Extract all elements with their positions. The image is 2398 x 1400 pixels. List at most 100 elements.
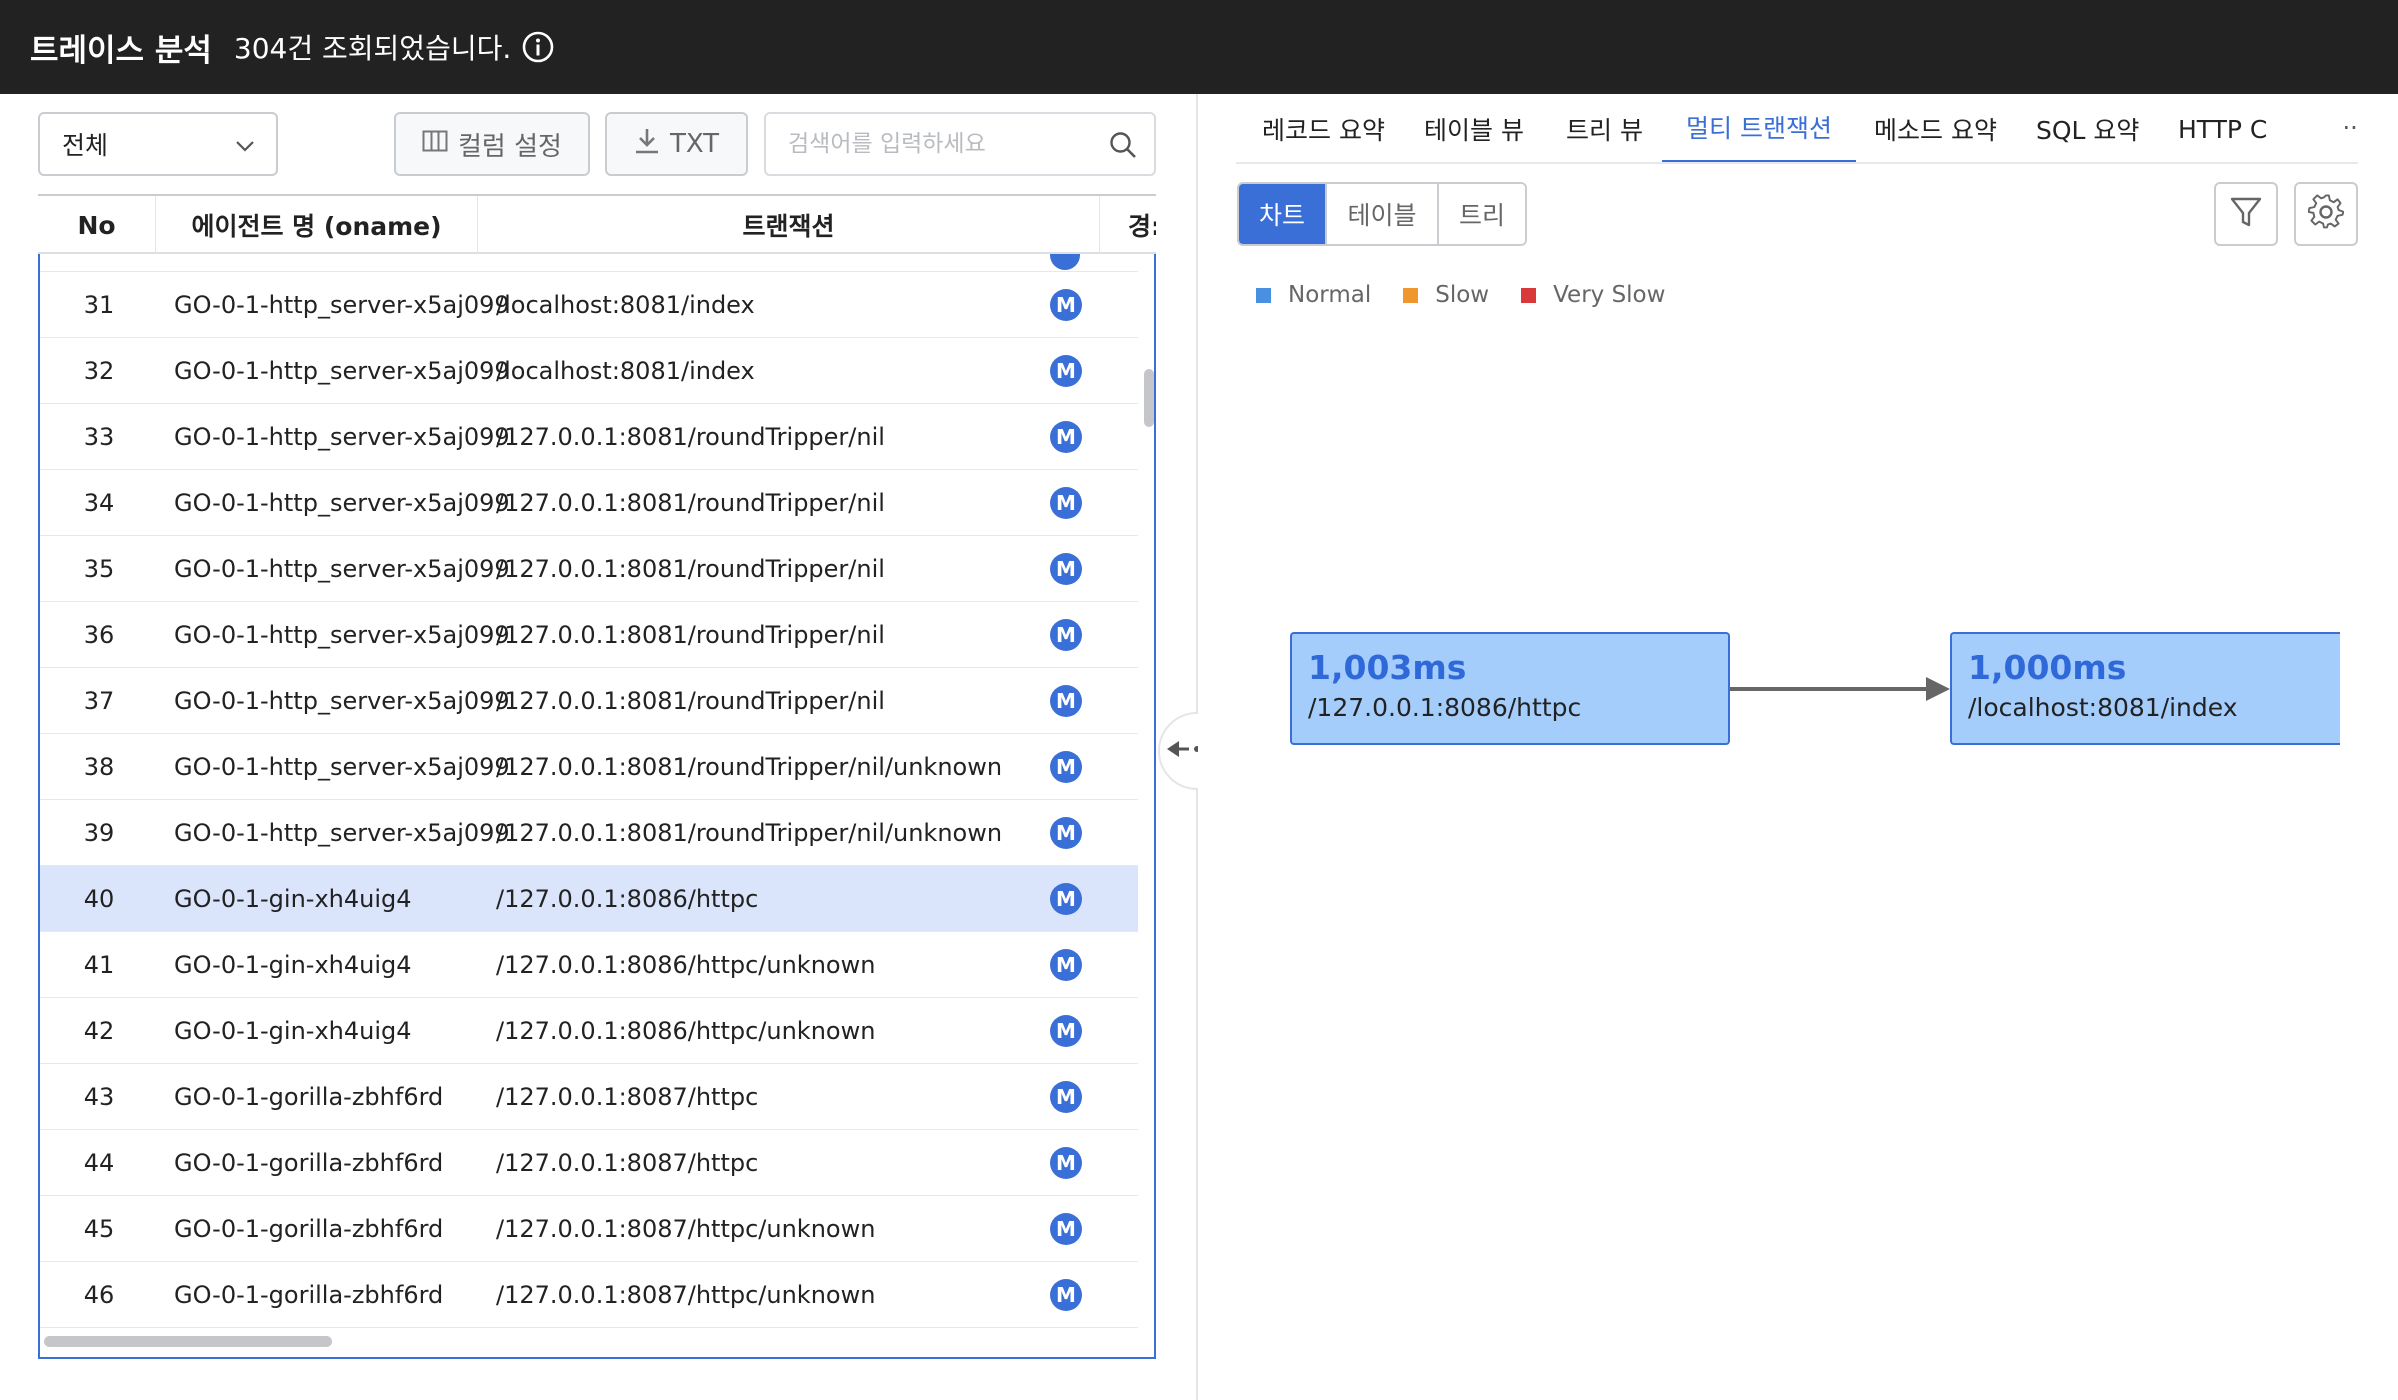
transaction-node[interactable]: 1,000ms /localhost:8081/index [1950,632,2340,745]
method-badge[interactable]: M [1050,618,1082,651]
column-header-no[interactable]: No [38,196,156,254]
cell-method: M [1040,1146,1138,1179]
cell-method: M [1040,750,1138,783]
chart-legend: Normal Slow Very Slow [1256,282,1697,308]
cell-no: 46 [83,1280,115,1309]
tab-record-summary[interactable]: 레코드 요약 [1262,94,1385,162]
cell-agent-name: GO-0-1-gin-xh4uig4 [174,1016,412,1045]
table-row[interactable]: 43 GO-0-1-gorilla-zbhf6rd/127.0.0.1:8087/… [40,1064,1138,1130]
method-badge[interactable]: M [1050,1014,1082,1047]
table-body[interactable]: 31 GO-0-1-http_server-x5aj099/localhost:8… [38,254,1156,1359]
search-input[interactable] [788,131,1088,157]
method-badge[interactable]: M [1050,354,1082,387]
cell-method: M [1040,1212,1138,1245]
cell-no: 40 [83,884,115,913]
cell-agent-name: GO-0-1-http_server-x5aj099 [174,752,510,781]
method-badge[interactable]: M [1050,1212,1082,1245]
cell-transaction: /127.0.0.1:8087/httpc/unknown [496,1214,876,1243]
cell-agent-name: GO-0-1-http_server-x5aj099 [174,422,510,451]
cell-no: 45 [83,1214,115,1243]
method-badge[interactable]: M [1050,288,1082,321]
tab-sql-summary[interactable]: SQL 요약 [2036,94,2139,162]
search-icon[interactable] [1108,130,1138,160]
cell-transaction: /localhost:8081/index [496,356,755,385]
filter-select[interactable]: 전체 [38,112,278,176]
cell-agent-name: GO-0-1-gorilla-zbhf6rd [174,1148,444,1177]
table-row[interactable]: 40 GO-0-1-gin-xh4uig4/127.0.0.1:8086/http… [40,866,1138,932]
vertical-scrollbar[interactable] [1142,254,1154,1357]
table-row[interactable]: 41 GO-0-1-gin-xh4uig4/127.0.0.1:8086/http… [40,932,1138,998]
filter-select-value: 전체 [62,131,109,160]
view-mode-chart[interactable]: 차트 [1239,184,1327,244]
method-badge[interactable]: M [1050,816,1082,849]
tab-tree-view[interactable]: 트리 뷰 [1566,94,1643,162]
table-row[interactable]: 45 GO-0-1-gorilla-zbhf6rd/127.0.0.1:8087/… [40,1196,1138,1262]
table-row[interactable]: 35 GO-0-1-http_server-x5aj099/127.0.0.1:8… [40,536,1138,602]
table-row[interactable]: 32 GO-0-1-http_server-x5aj099/localhost:8… [40,338,1138,404]
cell-transaction: /127.0.0.1:8086/httpc/unknown [496,1016,876,1045]
table-row[interactable]: 31 GO-0-1-http_server-x5aj099/localhost:8… [40,272,1138,338]
table-row[interactable]: 37 GO-0-1-http_server-x5aj099/127.0.0.1:8… [40,668,1138,734]
method-badge[interactable]: M [1050,882,1082,915]
table-row[interactable]: 34 GO-0-1-http_server-x5aj099/127.0.0.1:8… [40,470,1138,536]
tab-table-view[interactable]: 테이블 뷰 [1424,94,1524,162]
legend-item-very-slow[interactable]: Very Slow [1521,282,1665,308]
node-duration: 1,003ms [1308,648,1467,687]
table-row[interactable]: 46 GO-0-1-gorilla-zbhf6rd/127.0.0.1:8087/… [40,1262,1138,1328]
horizontal-scrollbar[interactable] [40,1332,1138,1350]
table-row[interactable]: 44 GO-0-1-gorilla-zbhf6rd/127.0.0.1:8087/… [40,1130,1138,1196]
legend-swatch-slow [1403,287,1419,303]
column-header-transaction[interactable]: 트랜잭션 [478,196,1100,254]
cell-no: 42 [83,1016,115,1045]
legend-item-normal[interactable]: Normal [1256,282,1371,308]
method-badge-partial [1050,254,1080,270]
view-mode-table[interactable]: 테이블 [1327,184,1439,244]
table-row[interactable]: 39 GO-0-1-http_server-x5aj099/127.0.0.1:8… [40,800,1138,866]
legend-item-slow[interactable]: Slow [1403,282,1489,308]
column-header-agent[interactable]: 에이전트 명 (oname) [156,196,478,254]
method-badge[interactable]: M [1050,1080,1082,1113]
cell-method: M [1040,882,1138,915]
filter-button[interactable] [2214,182,2278,246]
tab-multi-transaction[interactable]: 멀티 트랜잭션 [1662,94,1856,162]
view-mode-tree[interactable]: 트리 [1439,184,1525,244]
table-row-partial [40,254,1138,272]
cell-no: 33 [83,422,115,451]
cell-agent-name: GO-0-1-gorilla-zbhf6rd [174,1280,444,1309]
search-box [764,112,1156,176]
settings-button[interactable] [2294,182,2358,246]
method-badge[interactable]: M [1050,486,1082,519]
method-badge[interactable]: M [1050,948,1082,981]
method-badge[interactable]: M [1050,750,1082,783]
method-badge[interactable]: M [1050,420,1082,453]
horizontal-scroll-thumb[interactable] [44,1336,332,1347]
cell-no: 43 [83,1082,115,1111]
method-badge[interactable]: M [1050,684,1082,717]
method-badge[interactable]: M [1050,1146,1082,1179]
table-row[interactable]: 36 GO-0-1-http_server-x5aj099/127.0.0.1:8… [40,602,1138,668]
table-row[interactable]: 33 GO-0-1-http_server-x5aj099/127.0.0.1:8… [40,404,1138,470]
method-badge[interactable]: M [1050,552,1082,585]
cell-method: M [1040,1080,1138,1113]
more-tabs-button[interactable]: ··· [2334,110,2358,146]
column-header-elapsed[interactable]: 경: [1100,196,1156,254]
method-badge[interactable]: M [1050,1278,1082,1311]
cell-agent-name: GO-0-1-http_server-x5aj099 [174,356,510,385]
cell-method: M [1040,684,1138,717]
chevron-down-icon [234,134,256,156]
table-row[interactable]: 38 GO-0-1-http_server-x5aj099/127.0.0.1:8… [40,734,1138,800]
cell-no: 44 [83,1148,115,1177]
table-row[interactable]: 42 GO-0-1-gin-xh4uig4/127.0.0.1:8086/http… [40,998,1138,1064]
transaction-node[interactable]: 1,003ms /127.0.0.1:8086/httpc [1290,632,1730,745]
export-txt-button[interactable]: TXT [605,112,748,176]
cell-transaction: /127.0.0.1:8087/httpc [496,1082,759,1111]
vertical-scroll-thumb[interactable] [1144,369,1154,427]
cell-no: 34 [83,488,115,517]
legend-label-very-slow: Very Slow [1553,282,1666,308]
cell-agent-name: GO-0-1-gorilla-zbhf6rd [174,1082,444,1111]
cell-method: M [1040,552,1138,585]
tab-http-call[interactable]: HTTP Ca [2178,94,2268,162]
tab-method-summary[interactable]: 메소드 요약 [1874,94,1997,162]
info-icon[interactable] [521,30,555,64]
column-settings-button[interactable]: 컬럼 설정 [394,112,590,176]
